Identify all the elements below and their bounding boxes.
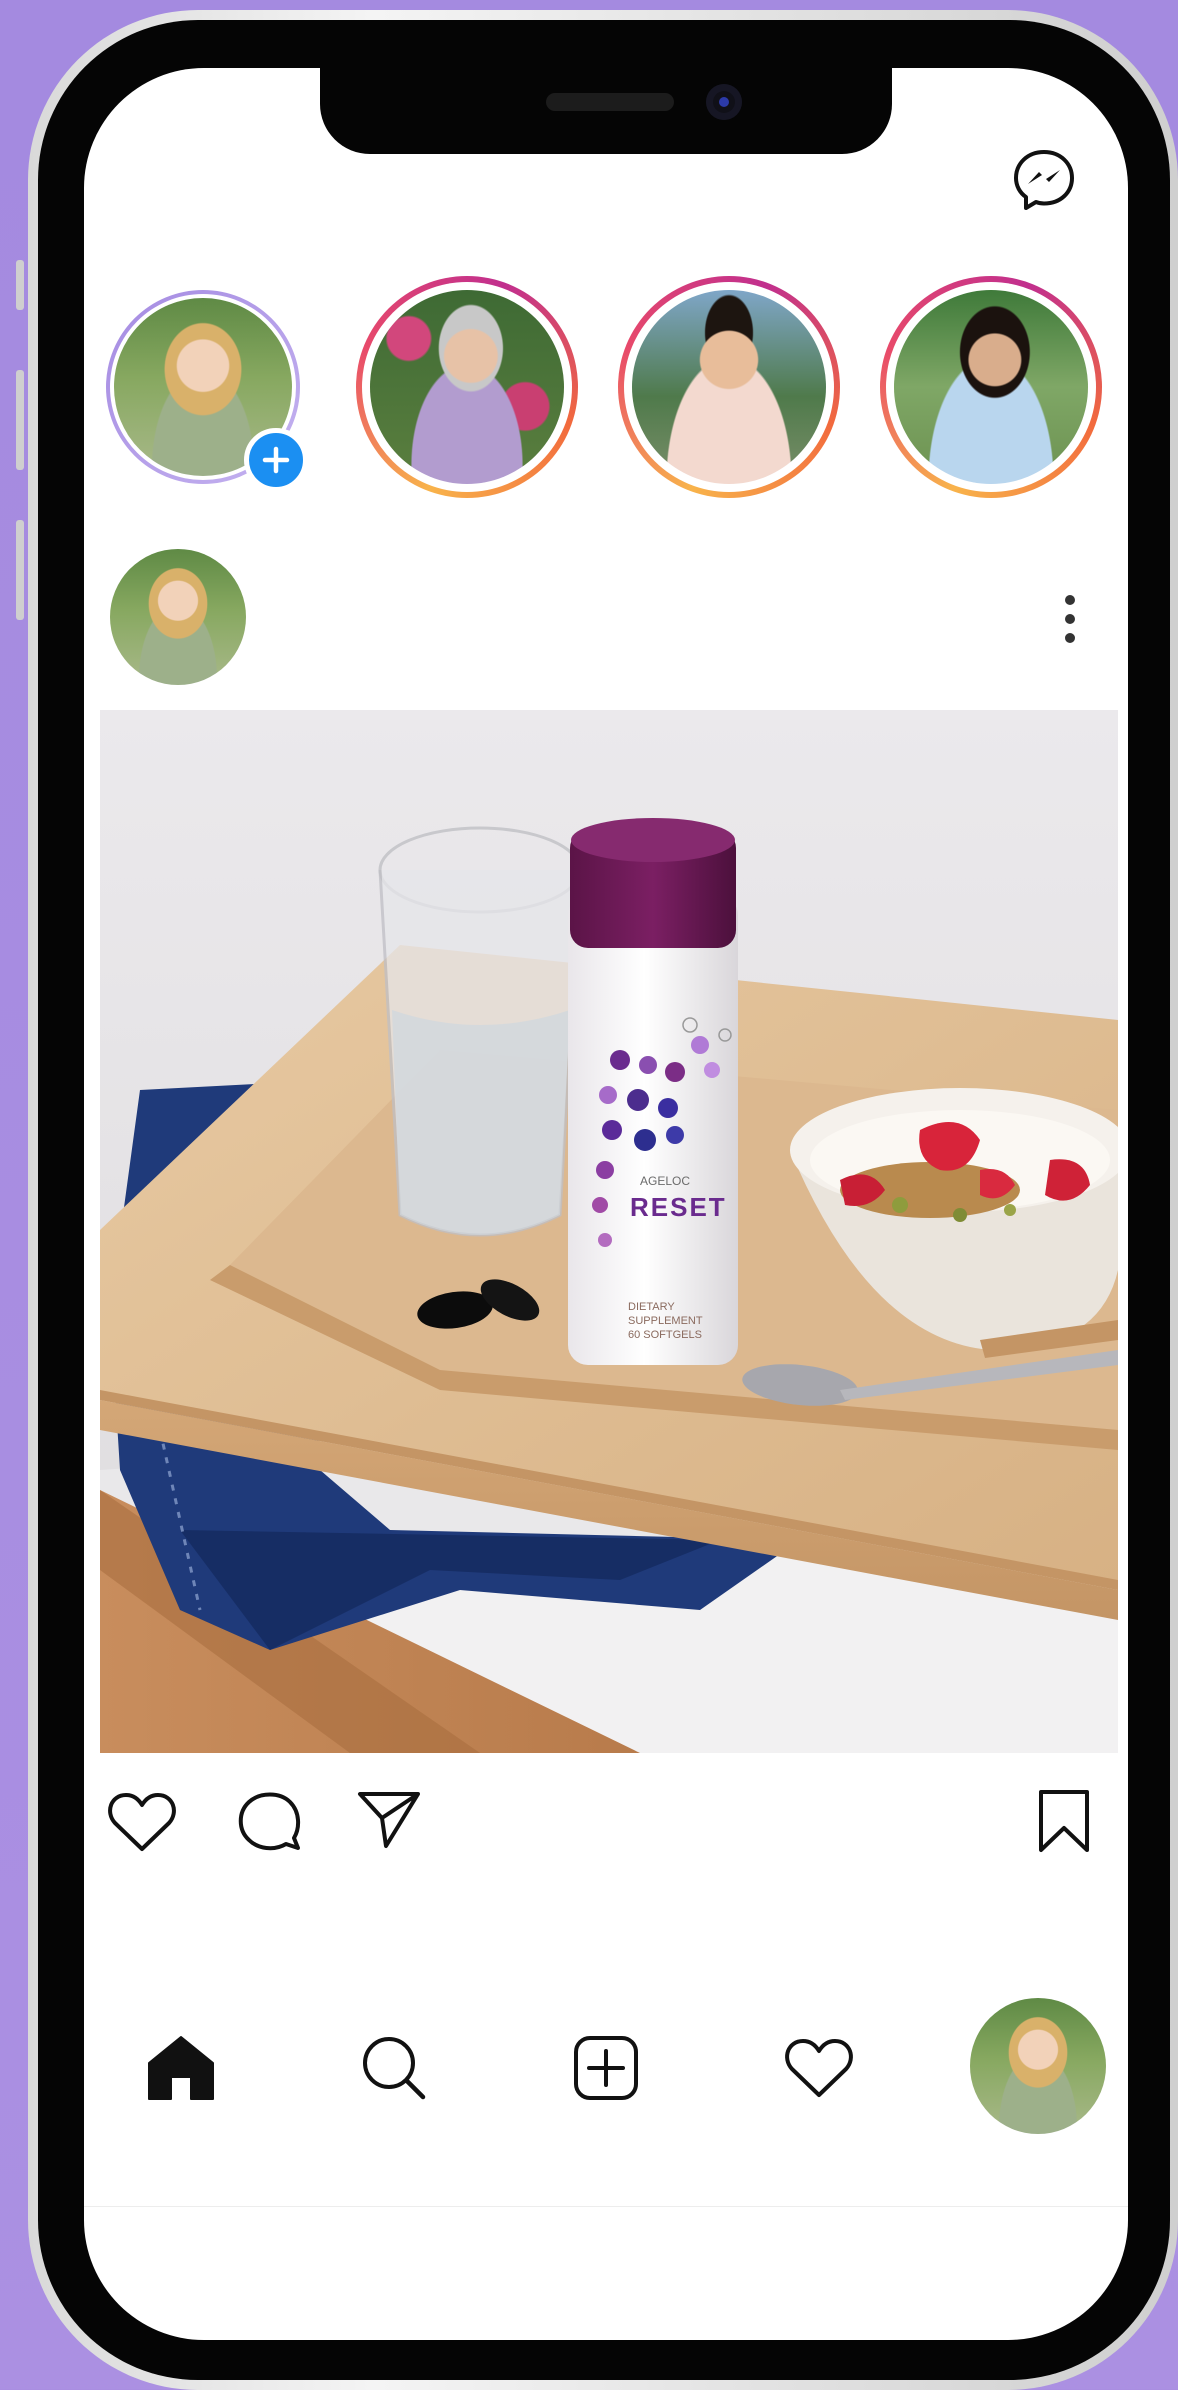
plus-icon: [262, 446, 290, 474]
notch: [320, 68, 892, 154]
product-brand: AGELOC: [640, 1174, 690, 1188]
product-line-2: SUPPLEMENT: [628, 1315, 703, 1327]
like-button[interactable]: [106, 1790, 178, 1854]
product-photo: AGELOC RESET DIETARY SUPPLEMENT 60 SOFTG…: [100, 710, 1118, 1753]
home-icon: [148, 2036, 214, 2100]
new-post-icon: [574, 2036, 638, 2100]
product-name: RESET: [630, 1192, 727, 1222]
messenger-icon: [1014, 150, 1074, 210]
home-indicator-divider: [84, 2206, 1128, 2207]
phone-screen: AGELOC RESET DIETARY SUPPLEMENT 60 SOFTG…: [84, 68, 1128, 2340]
activity-icon: [785, 2039, 853, 2097]
product-line-3: 60 SOFTGELS: [628, 1329, 702, 1341]
post-author-avatar[interactable]: [110, 549, 246, 685]
nav-new-post[interactable]: [568, 2030, 644, 2106]
messenger-button[interactable]: [1008, 144, 1080, 216]
bookmark-icon: [1039, 1790, 1089, 1852]
share-button[interactable]: [354, 1786, 424, 1852]
story-own[interactable]: [106, 290, 308, 492]
post-image[interactable]: AGELOC RESET DIETARY SUPPLEMENT 60 SOFTG…: [100, 710, 1118, 1753]
front-camera: [706, 84, 742, 120]
volume-up-button: [16, 370, 24, 470]
story-item[interactable]: [356, 276, 578, 498]
heart-icon: [108, 1793, 176, 1851]
mute-switch: [16, 260, 24, 310]
story-item[interactable]: [618, 276, 840, 498]
avatar-grey-haired-woman: [370, 290, 564, 484]
avatar-dark-haired-woman: [894, 290, 1088, 484]
save-button[interactable]: [1034, 1786, 1094, 1856]
nav-profile-avatar[interactable]: [970, 1998, 1106, 2134]
nav-activity[interactable]: [780, 2030, 858, 2106]
comment-icon: [238, 1792, 301, 1851]
nav-search[interactable]: [356, 2030, 432, 2106]
nav-home[interactable]: [142, 2030, 220, 2106]
search-icon: [363, 2037, 426, 2100]
volume-down-button: [16, 520, 24, 620]
avatar-man: [632, 290, 826, 484]
post-more-button[interactable]: [1050, 584, 1090, 654]
send-icon: [358, 1792, 420, 1848]
add-story-button[interactable]: [244, 428, 308, 492]
comment-button[interactable]: [234, 1786, 304, 1856]
product-line-1: DIETARY: [628, 1301, 675, 1313]
story-item[interactable]: [880, 276, 1102, 498]
more-vertical-icon: [1065, 595, 1075, 643]
speaker-grille: [546, 93, 674, 111]
